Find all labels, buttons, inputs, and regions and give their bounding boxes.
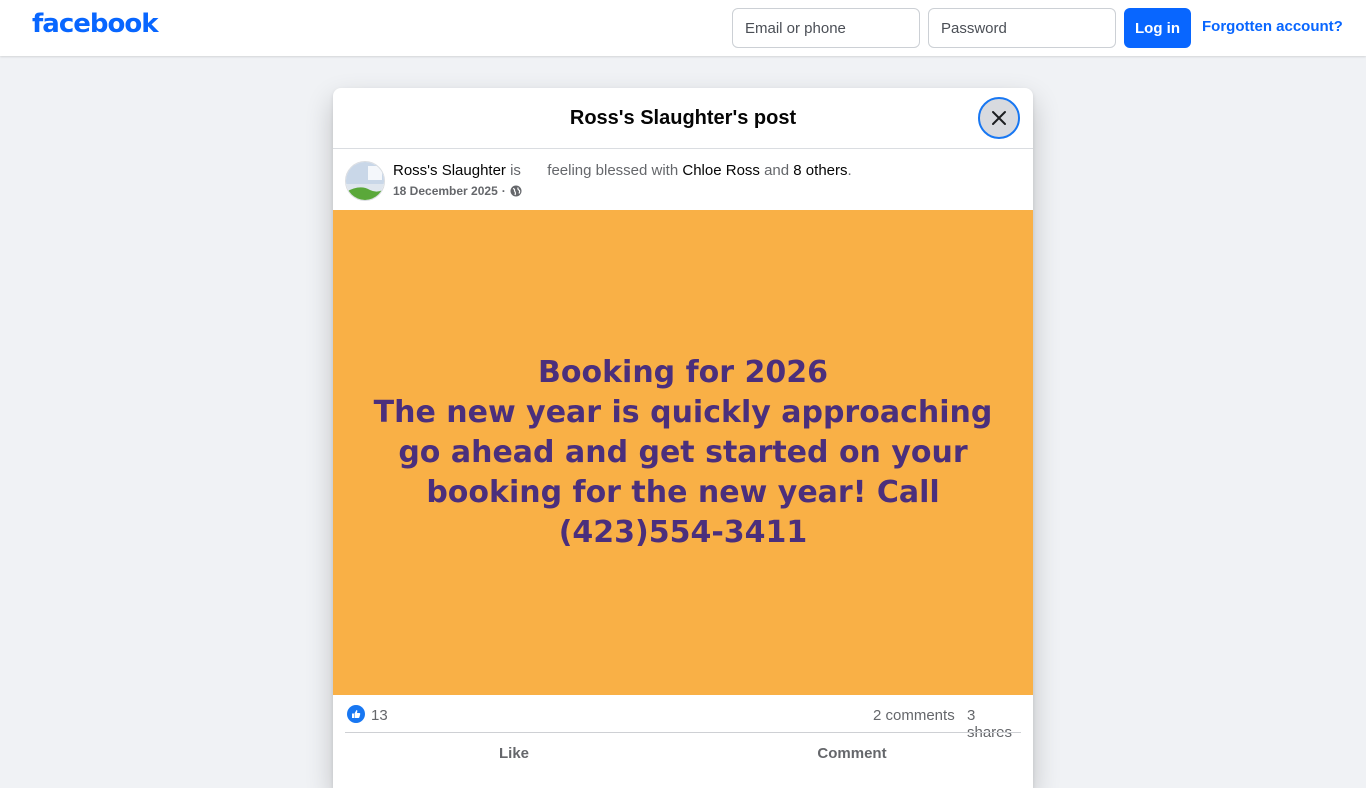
author-name[interactable]: Ross's Slaughter — [393, 162, 506, 179]
shares-count[interactable]: 3 shares — [967, 707, 1021, 741]
tagged-others[interactable]: 8 others — [793, 162, 847, 179]
is-text: is — [510, 162, 521, 179]
login-button[interactable]: Log in — [1124, 8, 1191, 48]
date-separator: · — [501, 184, 506, 198]
post-meta: 18 December 2025 · — [393, 184, 522, 198]
comment-button[interactable]: Comment — [683, 738, 1021, 770]
like-count[interactable]: 13 — [371, 707, 388, 724]
post-content: Booking for 2026 The new year is quickly… — [333, 210, 1033, 695]
avatar-image — [346, 162, 384, 200]
post-header: Ross's Slaughter is feeling blessed with… — [333, 149, 1033, 210]
avatar[interactable] — [345, 161, 385, 201]
post-modal: Ross's Slaughter's post Ross's Slaughter… — [333, 88, 1033, 788]
email-input[interactable] — [732, 8, 920, 48]
password-input[interactable] — [928, 8, 1116, 48]
divider — [345, 732, 1021, 733]
post-text: Booking for 2026 The new year is quickly… — [363, 353, 1003, 553]
comments-count[interactable]: 2 comments — [873, 707, 955, 724]
thumbs-up-icon — [352, 710, 361, 718]
post-text-line: The new year is quickly approaching go a… — [373, 394, 993, 550]
like-button[interactable]: Like — [345, 738, 683, 770]
feeling-text: feeling blessed with — [547, 162, 679, 179]
like-reaction-icon[interactable] — [347, 705, 365, 723]
tagged-person[interactable]: Chloe Ross — [682, 162, 760, 179]
reactions-bar: 13 2 comments 3 shares — [345, 695, 1021, 741]
period: . — [847, 162, 852, 179]
modal-title: Ross's Slaughter's post — [569, 107, 797, 129]
author-line: Ross's Slaughter is feeling blessed with… — [393, 162, 852, 179]
forgotten-account-link[interactable]: Forgotten account? — [1202, 18, 1343, 35]
post-text-line: Booking for 2026 — [538, 354, 828, 390]
close-button[interactable] — [978, 97, 1020, 139]
modal-header: Ross's Slaughter's post — [333, 88, 1033, 149]
top-bar: facebook Log in Forgotten account? — [0, 0, 1366, 56]
close-icon — [992, 111, 1006, 125]
and-text: and — [764, 162, 790, 179]
globe-icon — [510, 185, 522, 197]
facebook-logo[interactable]: facebook — [32, 9, 159, 39]
post-date[interactable]: 18 December 2025 — [393, 184, 498, 198]
